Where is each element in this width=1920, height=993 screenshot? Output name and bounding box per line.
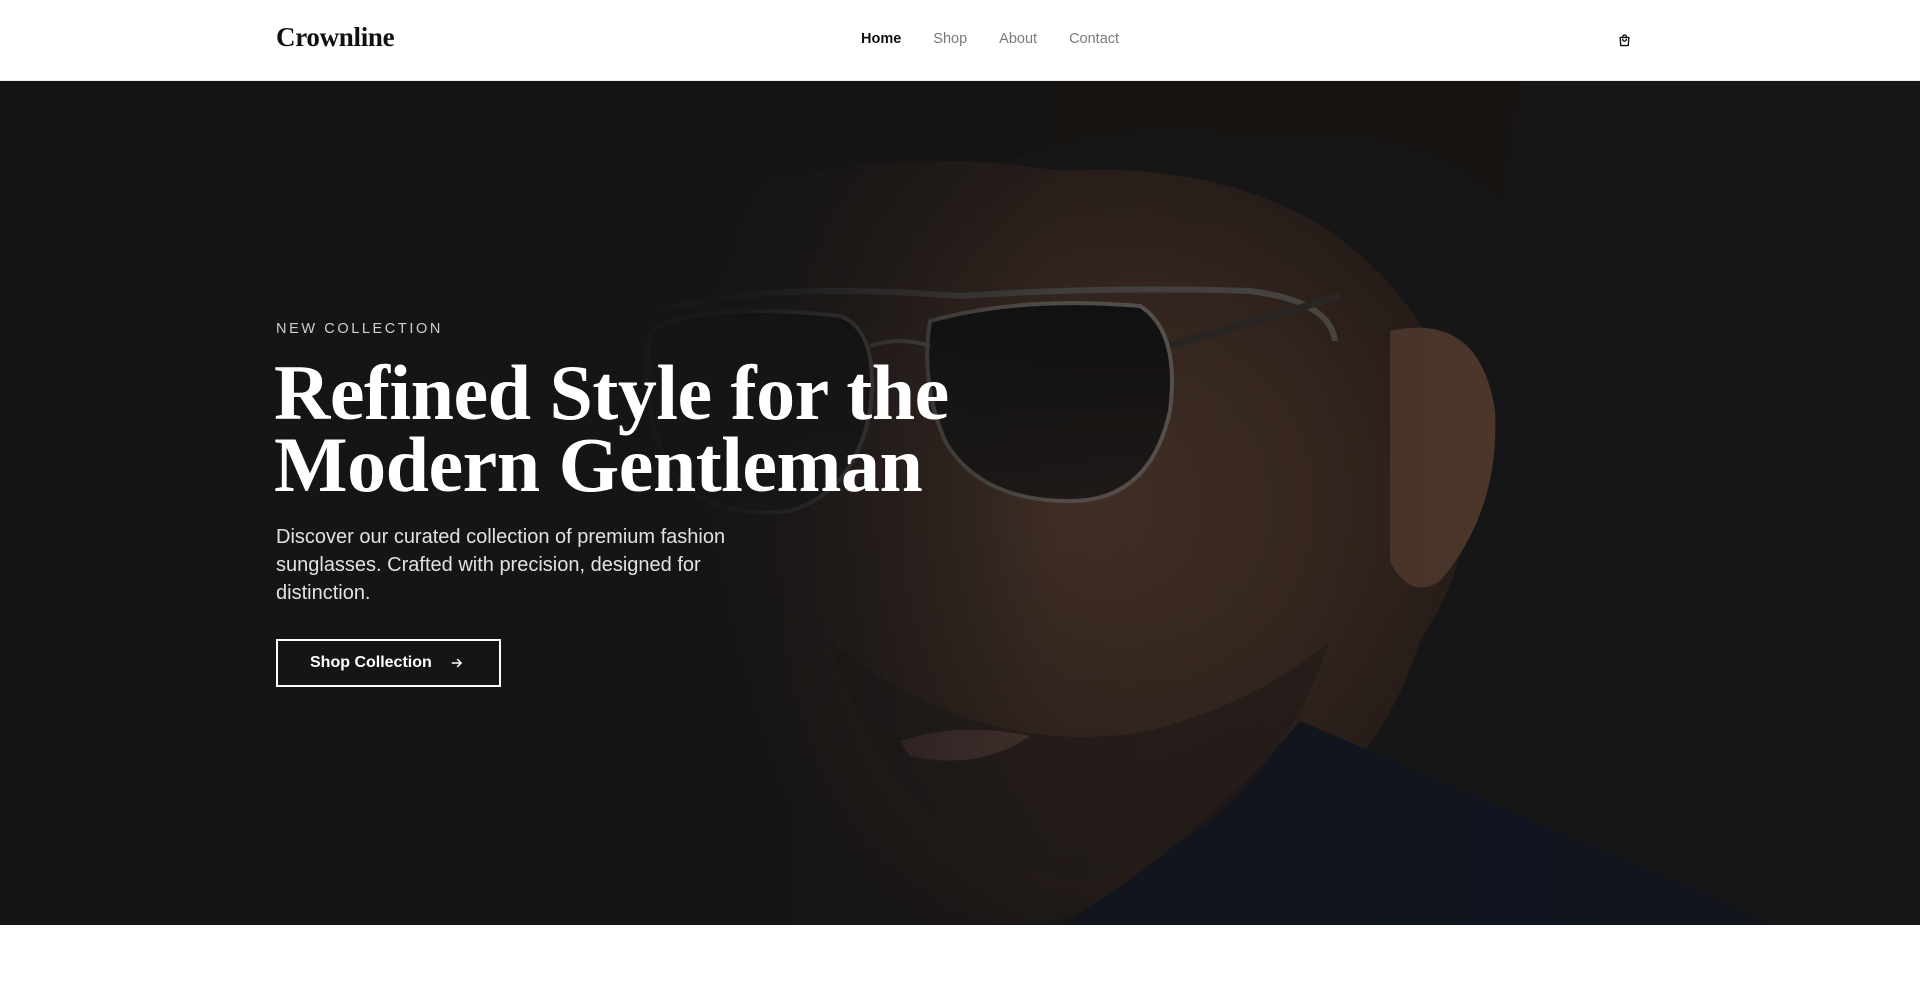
hero-headline-line-2: Modern Gentleman — [274, 421, 923, 508]
page-body — [0, 925, 1920, 993]
arrow-right-icon — [450, 656, 464, 670]
hero-subtitle: Discover our curated collection of premi… — [276, 526, 726, 604]
shop-collection-label: Shop Collection — [310, 654, 432, 671]
hero-eyebrow: NEW COLLECTION — [276, 321, 443, 337]
nav-item-shop[interactable]: Shop — [933, 31, 967, 47]
shopping-bag-icon[interactable] — [1614, 30, 1634, 50]
site-header: Crownline Home Shop About Contact — [0, 0, 1920, 81]
main-nav: Home Shop About Contact — [861, 31, 1119, 47]
hero-headline: Refined Style for the Modern Gentleman — [274, 354, 1034, 504]
nav-item-home[interactable]: Home — [861, 31, 901, 47]
nav-item-about[interactable]: About — [999, 31, 1037, 47]
shop-collection-button[interactable]: Shop Collection — [276, 639, 501, 687]
brand-logo[interactable]: Crownline — [276, 22, 395, 53]
nav-item-contact[interactable]: Contact — [1069, 31, 1119, 47]
hero-banner: NEW COLLECTION Refined Style for the Mod… — [0, 81, 1920, 925]
